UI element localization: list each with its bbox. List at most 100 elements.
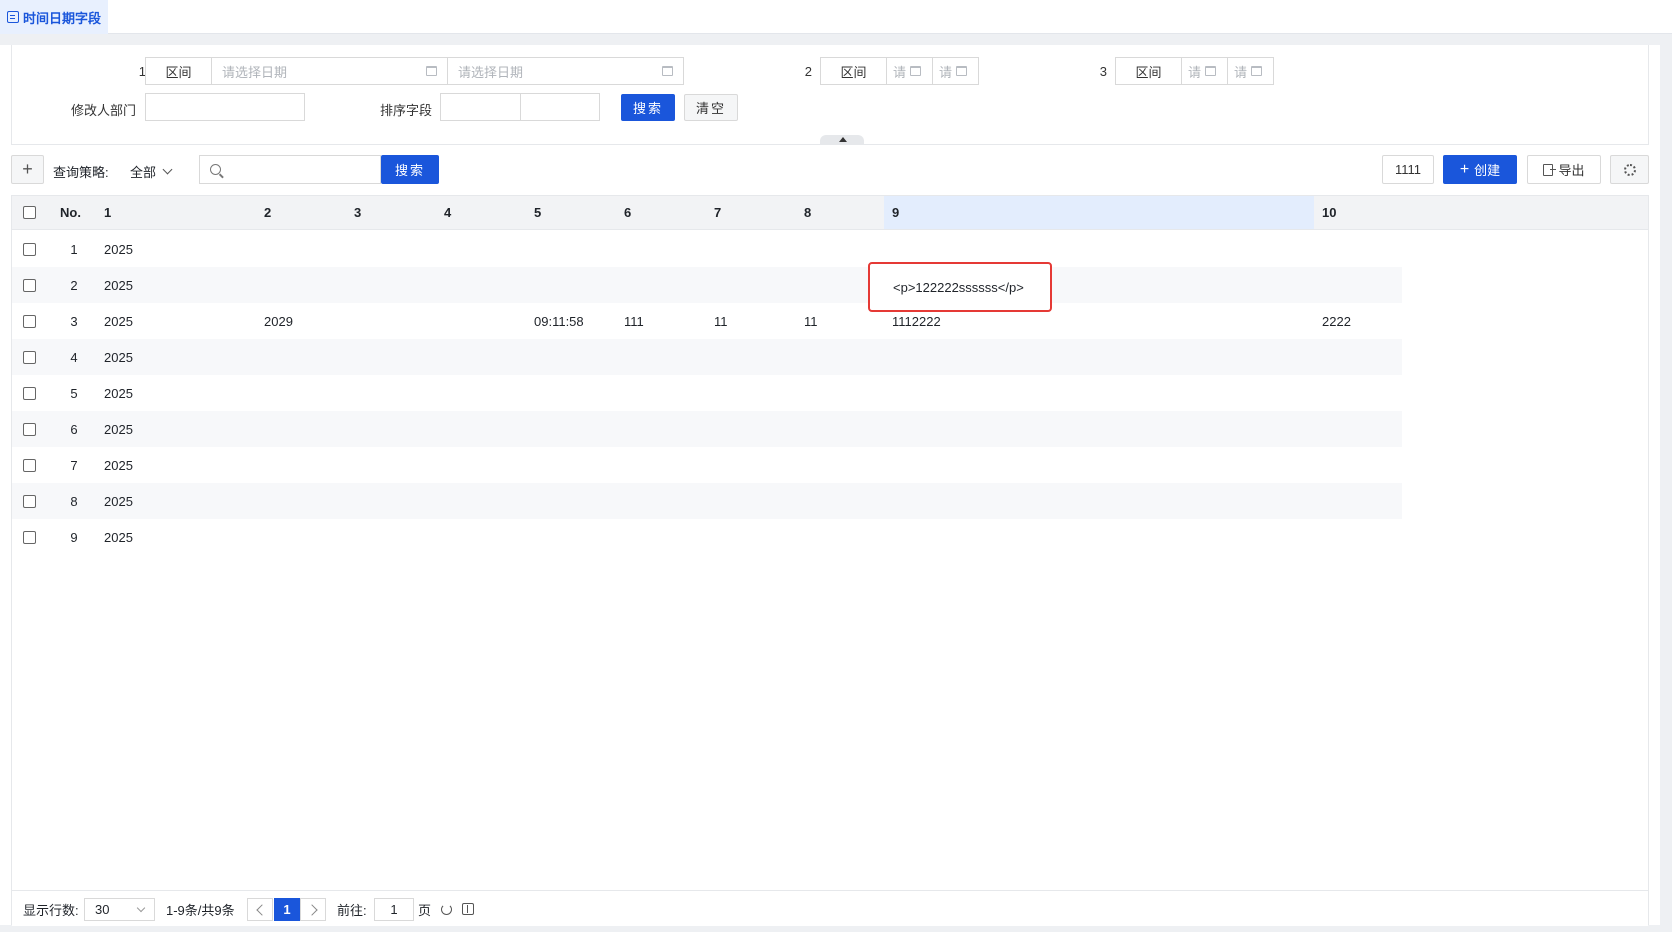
cell-c9 [884, 483, 1314, 519]
cell-c7 [706, 375, 796, 411]
column-header-5[interactable]: 5 [526, 196, 616, 229]
row-checkbox[interactable] [23, 530, 36, 544]
filter-1-start-placeholder: 请选择日期 [222, 64, 288, 80]
create-label: 创建 [1474, 163, 1501, 178]
next-page-button[interactable] [300, 898, 326, 921]
row-checkbox[interactable] [23, 494, 36, 508]
cell-c8 [796, 339, 884, 375]
column-header-9[interactable]: 9 [884, 196, 1314, 229]
query-strategy-select[interactable]: 全部 [130, 162, 173, 181]
add-button[interactable]: + [11, 155, 44, 184]
sort-field-select[interactable] [440, 93, 521, 121]
cell-no: 6 [70, 421, 78, 437]
filter-2-end-placeholder: 请 [939, 64, 953, 80]
column-header-2[interactable]: 2 [256, 196, 346, 229]
rows-per-page-value: 30 [95, 902, 110, 917]
collapse-filters-handle[interactable] [820, 135, 864, 145]
cell-c7 [706, 447, 796, 483]
filter-1-mode-select[interactable]: 区间 [145, 57, 212, 85]
cell-c1: 2025 [104, 313, 133, 329]
tab-datetime-field[interactable]: 时间日期字段 [0, 0, 108, 34]
table-row[interactable]: 5 2025 [12, 375, 1402, 411]
table-row[interactable]: 4 2025 [12, 339, 1402, 375]
cell-c5 [526, 375, 616, 411]
column-header-3[interactable]: 3 [346, 196, 436, 229]
row-checkbox[interactable] [23, 386, 36, 400]
toolbar-search-button[interactable]: 搜索 [381, 155, 439, 184]
filter-3-start-placeholder: 请 [1188, 64, 1202, 80]
table-row[interactable]: 2 2025 [12, 267, 1402, 303]
column-header-1[interactable]: 1 [96, 196, 256, 229]
cell-c6 [616, 339, 706, 375]
page-1-button[interactable]: 1 [274, 898, 300, 921]
search-input[interactable] [229, 162, 369, 177]
sort-order-select[interactable] [520, 93, 600, 121]
cell-no: 8 [70, 493, 78, 509]
page-unit: 页 [418, 902, 432, 918]
query-strategy-value: 全部 [130, 165, 157, 180]
table-row[interactable]: 1 2025 [12, 231, 1402, 267]
cell-c6: 111 [624, 313, 644, 329]
row-checkbox[interactable] [23, 314, 36, 328]
column-header-7[interactable]: 7 [706, 196, 796, 229]
filter-2-start-date[interactable]: 请 [886, 57, 933, 85]
filter-1-start-date[interactable]: 请选择日期 [211, 57, 448, 85]
table-row[interactable]: 7 2025 [12, 447, 1402, 483]
filter-3-mode-select[interactable]: 区间 [1115, 57, 1182, 85]
column-header-no[interactable]: No. [52, 196, 96, 229]
filter-1-end-date[interactable]: 请选择日期 [447, 57, 684, 85]
row-checkbox[interactable] [23, 278, 36, 292]
export-button[interactable]: 导出 [1527, 155, 1601, 184]
column-header-10[interactable]: 10 [1314, 196, 1434, 229]
search-box[interactable] [199, 155, 381, 184]
expand-icon [462, 903, 474, 915]
chevron-down-icon [136, 903, 146, 912]
cell-c2 [256, 375, 346, 411]
filter-3-label: 3 [1099, 64, 1107, 79]
table-row[interactable]: 3 2025 2029 09:11:58 111 11 11 1112222 2222 [12, 303, 1402, 339]
cell-no: 9 [70, 529, 78, 545]
cell-c2: 2029 [264, 313, 293, 329]
settings-button[interactable] [1610, 155, 1649, 184]
row-checkbox[interactable] [23, 422, 36, 436]
expand-button[interactable] [462, 891, 474, 927]
table-row[interactable]: 9 2025 [12, 519, 1402, 555]
cell-no: 2 [70, 277, 78, 293]
row-select-cell [12, 375, 46, 411]
cell-c2 [256, 483, 346, 519]
cell-c2 [256, 339, 346, 375]
cell-c5 [526, 411, 616, 447]
row-checkbox[interactable] [23, 242, 36, 256]
filter-3-end-date[interactable]: 请 [1227, 57, 1274, 85]
button-1111[interactable]: 1111 [1382, 155, 1434, 184]
row-checkbox[interactable] [23, 350, 36, 364]
refresh-button[interactable] [441, 891, 452, 927]
cell-c5 [526, 519, 616, 555]
row-select-cell [12, 303, 46, 339]
filter-2-end-date[interactable]: 请 [932, 57, 979, 85]
main-panel: 1 区间 请选择日期 请选择日期 2 区间 请 请 3 区间 请 请 修改人部门… [0, 45, 1660, 927]
dept-input[interactable] [145, 93, 305, 121]
filter-2-mode-select[interactable]: 区间 [820, 57, 887, 85]
dept-label: 修改人部门 [70, 103, 136, 118]
row-checkbox[interactable] [23, 458, 36, 472]
cell-c2 [256, 447, 346, 483]
filter-search-button[interactable]: 搜索 [621, 94, 675, 121]
goto-page-input[interactable]: 1 [374, 898, 414, 921]
cell-c10 [1314, 411, 1434, 447]
column-header-8[interactable]: 8 [796, 196, 884, 229]
filter-1-label: 1 [138, 64, 146, 79]
column-header-6[interactable]: 6 [616, 196, 706, 229]
prev-page-button[interactable] [247, 898, 273, 921]
select-all-checkbox[interactable] [23, 206, 36, 219]
cell-c2 [256, 231, 346, 267]
calendar-icon [1205, 66, 1217, 76]
filter-2-label: 2 [804, 64, 812, 79]
table-row[interactable]: 6 2025 [12, 411, 1402, 447]
rows-per-page-select[interactable]: 30 [84, 898, 155, 921]
create-button[interactable]: + 创建 [1443, 155, 1517, 184]
filter-3-start-date[interactable]: 请 [1181, 57, 1228, 85]
column-header-4[interactable]: 4 [436, 196, 526, 229]
filter-clear-button[interactable]: 清空 [684, 94, 738, 121]
table-row[interactable]: 8 2025 [12, 483, 1402, 519]
